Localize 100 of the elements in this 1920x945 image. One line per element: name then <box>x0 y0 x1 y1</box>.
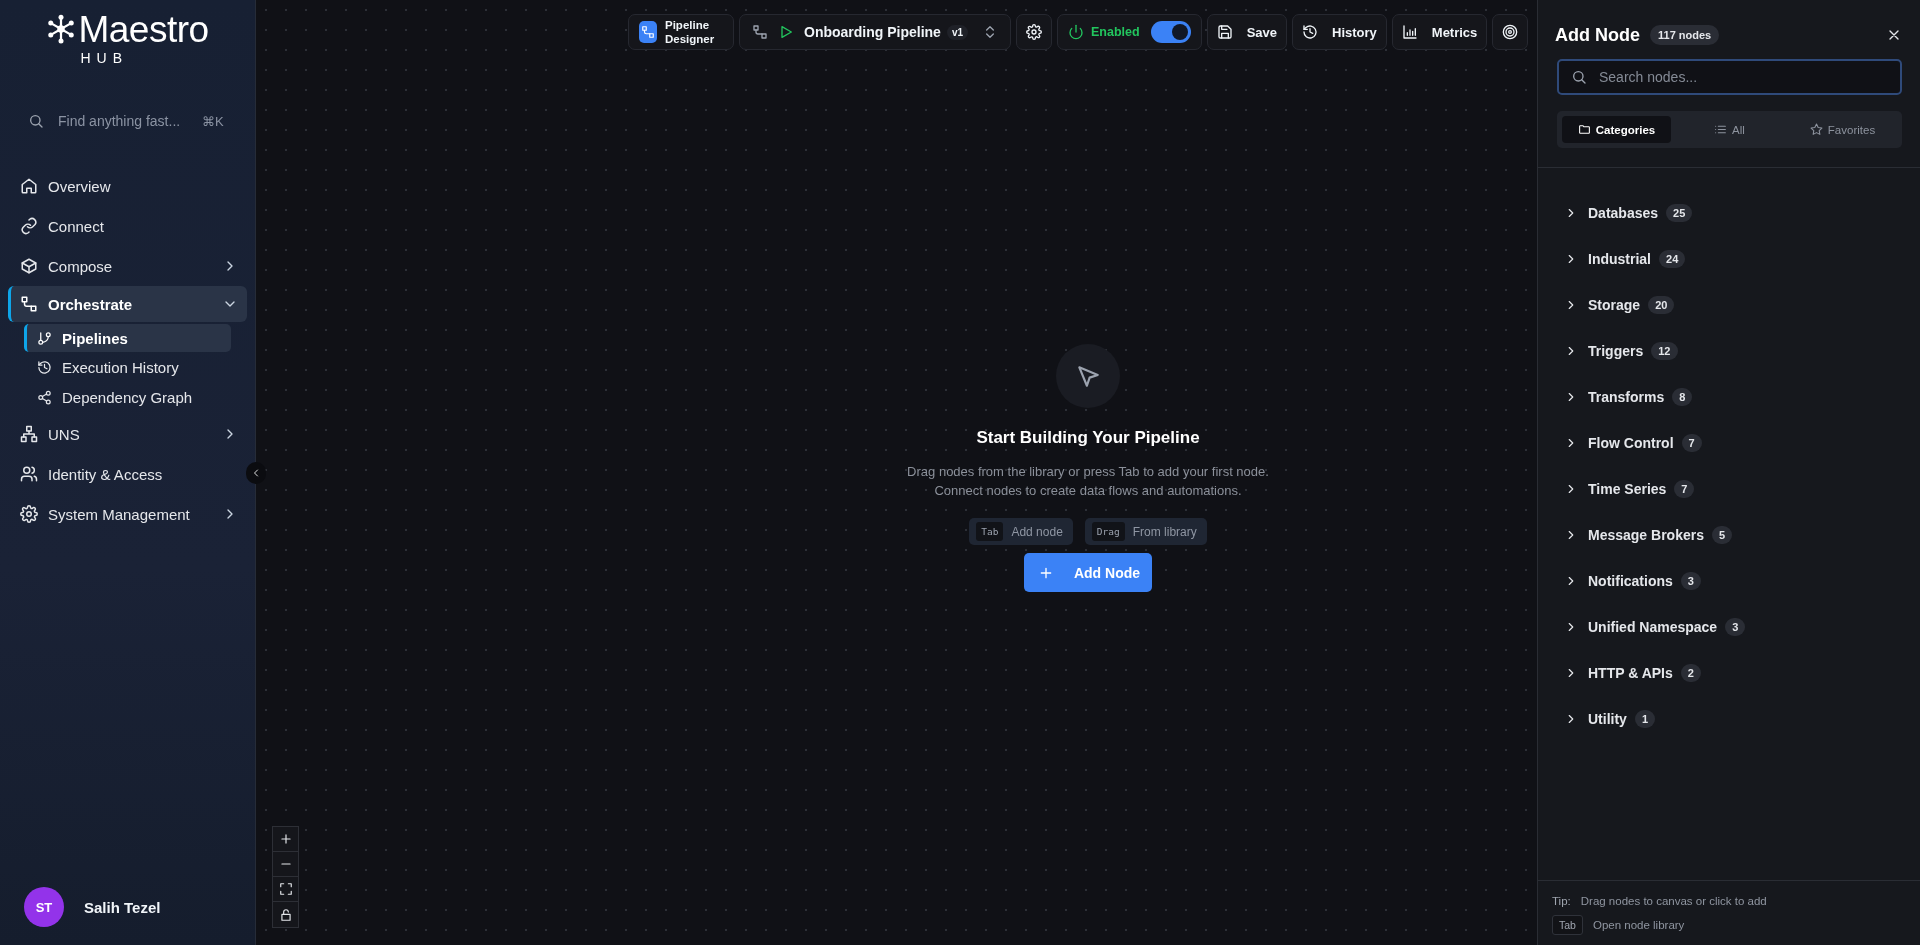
version-badge: v1 <box>946 24 969 40</box>
list-icon <box>1714 123 1728 136</box>
cube-icon <box>20 257 38 275</box>
zoom-out-button[interactable] <box>273 852 298 877</box>
branch-icon <box>37 330 52 346</box>
fullscreen-icon <box>278 882 293 896</box>
hint-label: From library <box>1132 524 1197 539</box>
add-node-button[interactable]: Add Node <box>1023 553 1153 592</box>
zoom-in-button[interactable] <box>273 827 298 852</box>
folder-icon <box>1577 123 1591 136</box>
count-badge: 7 <box>1681 434 1702 452</box>
settings-icon <box>20 505 38 523</box>
link-icon <box>20 217 38 235</box>
save-icon <box>1216 24 1233 40</box>
key-hint: Tab <box>1552 915 1583 935</box>
pipeline-name: Onboarding Pipeline <box>804 24 941 40</box>
hierarchy-icon <box>20 425 38 443</box>
users-icon <box>20 465 38 483</box>
target-icon <box>1502 24 1519 40</box>
workflow-icon <box>20 295 38 313</box>
enabled-toggle[interactable] <box>1150 21 1191 43</box>
nav-item[interactable]: Identity & Access <box>8 454 247 494</box>
toolbar-button[interactable]: Save <box>1206 14 1287 50</box>
category-item[interactable]: Storage 20 <box>1564 282 1920 328</box>
node-count-badge: 117 nodes <box>1650 25 1720 45</box>
designer-badge: Pipeline Designer <box>628 14 734 50</box>
play-icon <box>778 24 794 40</box>
category-item[interactable]: Flow Control 7 <box>1564 420 1920 466</box>
workflow-icon <box>752 24 768 40</box>
count-badge: 2 <box>1680 664 1701 682</box>
panel-title: Add Node <box>1555 24 1640 46</box>
count-badge: 25 <box>1666 204 1693 222</box>
nav-subitem[interactable]: Execution History <box>24 352 231 382</box>
category-item[interactable]: Industrial 24 <box>1564 236 1920 282</box>
shortcut-hint: ⌘K <box>202 113 224 129</box>
power-icon <box>1068 24 1084 40</box>
category-item[interactable]: Databases 25 <box>1564 190 1920 236</box>
pipeline-selector[interactable]: Onboarding Pipeline v1 <box>739 14 1011 50</box>
category-item[interactable]: Triggers 12 <box>1564 328 1920 374</box>
target-button[interactable] <box>1492 14 1529 50</box>
settings-icon <box>1026 24 1042 40</box>
hint-label: Add node <box>1011 524 1063 539</box>
search-icon <box>28 113 44 129</box>
logo-wordmark: Maestro <box>78 10 209 50</box>
toolbar-button[interactable]: History <box>1292 14 1387 50</box>
count-badge: 5 <box>1711 526 1733 544</box>
empty-state-title: Start Building Your Pipeline <box>976 428 1200 448</box>
global-search-field[interactable]: Find anything fast... <box>58 113 188 129</box>
nav-item[interactable]: Compose <box>8 246 247 286</box>
logo-subtitle: HUB <box>80 50 129 66</box>
node-search-field[interactable]: Search nodes... <box>1557 59 1902 95</box>
lock-button[interactable] <box>273 902 298 927</box>
tip-label: Tip: <box>1552 895 1571 907</box>
user-avatar[interactable]: ST <box>24 887 64 927</box>
key-hint: Drag <box>1091 522 1125 541</box>
count-badge: 1 <box>1634 710 1655 728</box>
hub-logo-icon <box>46 14 77 44</box>
panel-tab[interactable]: All <box>1675 116 1784 143</box>
key-hint: Tab <box>976 522 1004 541</box>
category-item[interactable]: Utility 1 <box>1564 696 1920 742</box>
plus-icon <box>278 832 293 846</box>
category-item[interactable]: Unified Namespace 3 <box>1564 604 1920 650</box>
empty-state-text: Connect nodes to create data flows and automations. <box>934 482 1242 500</box>
nav-subitem[interactable]: Pipelines <box>24 324 231 352</box>
user-name: Salih Tezel <box>84 898 161 916</box>
nav-subitem[interactable]: Dependency Graph <box>24 382 231 412</box>
share-icon <box>37 389 52 405</box>
category-item[interactable]: HTTP & APIs 2 <box>1564 650 1920 696</box>
category-item[interactable]: Notifications 3 <box>1564 558 1920 604</box>
nav-item[interactable]: Connect <box>8 206 247 246</box>
history-icon <box>37 359 52 375</box>
panel-tab[interactable]: Categories <box>1562 116 1671 143</box>
workflow-icon <box>639 21 657 43</box>
category-item[interactable]: Transforms 8 <box>1564 374 1920 420</box>
bar-chart-icon <box>1401 24 1418 40</box>
count-badge: 3 <box>1725 618 1746 636</box>
lock-icon <box>278 907 293 922</box>
count-badge: 24 <box>1659 250 1686 268</box>
fit-view-button[interactable] <box>273 877 298 902</box>
category-item[interactable]: Time Series 7 <box>1564 466 1920 512</box>
shortcut-label: Open node library <box>1592 919 1685 931</box>
history-icon <box>1302 24 1318 40</box>
house-icon <box>20 177 38 195</box>
nav-item[interactable]: Overview <box>8 166 247 206</box>
settings-button[interactable] <box>1016 14 1052 50</box>
star-icon <box>1809 123 1823 136</box>
tip-text: Drag nodes to canvas or click to add <box>1580 895 1767 907</box>
panel-tab[interactable]: Favorites <box>1788 116 1897 143</box>
count-badge: 7 <box>1674 480 1695 498</box>
nav-item[interactable]: System Management <box>8 494 247 534</box>
category-item[interactable]: Message Brokers 5 <box>1564 512 1920 558</box>
enabled-label: Enabled <box>1091 25 1140 39</box>
toolbar-button[interactable]: Metrics <box>1391 14 1488 50</box>
empty-state-text: Drag nodes from the library or press Tab to add your first node. <box>907 463 1269 481</box>
count-badge: 20 <box>1648 296 1675 314</box>
count-badge: 12 <box>1651 342 1678 360</box>
count-badge: 8 <box>1672 388 1693 406</box>
nav-item[interactable]: UNS <box>8 414 247 454</box>
nav-item[interactable]: Orchestrate <box>8 286 247 322</box>
count-badge: 3 <box>1680 572 1701 590</box>
